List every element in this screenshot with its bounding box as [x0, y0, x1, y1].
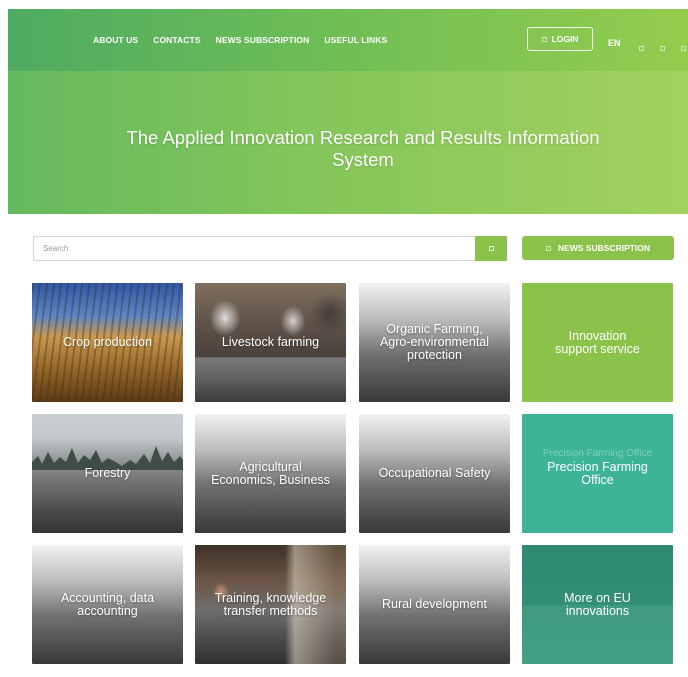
tile-label: Agricultural Economics, Business	[211, 459, 330, 487]
social-icon[interactable]	[660, 46, 665, 51]
tile-precision-farming[interactable]: Precision Farming Office Precision Farmi…	[522, 414, 673, 533]
hero-banner: The Applied Innovation Research and Resu…	[8, 71, 688, 214]
search-box	[33, 236, 507, 261]
tile-agricultural-economics[interactable]: Agricultural Economics, Business	[195, 414, 346, 533]
social-links	[639, 46, 686, 51]
language-selector[interactable]: EN	[608, 38, 621, 48]
tile-label: Livestock farming	[221, 335, 320, 349]
tile-label: Innovation support service	[555, 328, 640, 356]
top-header: ABOUT US CONTACTS NEWS SUBSCRIPTION USEF…	[8, 9, 688, 71]
nav-useful-links[interactable]: USEFUL LINKS	[324, 35, 387, 45]
tile-label: More on EU innovations	[564, 590, 631, 618]
page-title: The Applied Innovation Research and Resu…	[126, 126, 600, 170]
nav-news-subscription[interactable]: NEWS SUBSCRIPTION	[216, 35, 310, 45]
tile-rural-development[interactable]: Rural development	[359, 545, 510, 664]
tile-organic-farming[interactable]: Organic Farming, Agro-environmental prot…	[359, 283, 510, 402]
nav-about-us[interactable]: ABOUT US	[93, 35, 138, 45]
login-label: LOGIN	[551, 34, 579, 44]
social-icon[interactable]	[681, 46, 686, 51]
tile-label: Forestry	[84, 466, 131, 480]
tile-accounting[interactable]: Accounting, data accounting	[32, 545, 183, 664]
tile-innovation-support[interactable]: Innovation support service	[522, 283, 673, 402]
tile-livestock-farming[interactable]: Livestock farming	[195, 283, 346, 402]
search-input[interactable]	[34, 237, 474, 260]
search-button[interactable]	[475, 236, 507, 261]
tile-occupational-safety[interactable]: Occupational Safety	[359, 414, 510, 533]
tile-crop-production[interactable]: Crop production	[32, 283, 183, 402]
social-icon[interactable]	[639, 46, 644, 51]
tile-label: Organic Farming, Agro-environmental prot…	[379, 322, 490, 362]
news-subscription-button[interactable]: NEWS SUBSCRIPTION	[522, 236, 674, 260]
search-icon	[488, 246, 494, 251]
tile-forestry[interactable]: Forestry	[32, 414, 183, 533]
news-subscription-label: NEWS SUBSCRIPTION	[557, 243, 651, 253]
tile-label: Training, knowledge transfer methods	[214, 590, 327, 618]
envelope-icon	[545, 245, 551, 251]
tile-label: Crop production	[63, 335, 152, 349]
main-nav: ABOUT US CONTACTS NEWS SUBSCRIPTION USEF…	[93, 9, 387, 71]
login-button[interactable]: LOGIN	[527, 27, 593, 51]
login-icon	[541, 36, 547, 42]
nav-contacts[interactable]: CONTACTS	[153, 35, 200, 45]
tile-label: Rural development	[382, 597, 487, 611]
tile-label: Occupational Safety	[378, 466, 491, 480]
tile-label: Precision Farming Office	[547, 459, 648, 487]
tile-eu-innovations[interactable]: More on EU innovations	[522, 545, 673, 664]
tile-label: Accounting, data accounting	[60, 590, 155, 618]
tile-training[interactable]: Training, knowledge transfer methods	[195, 545, 346, 664]
